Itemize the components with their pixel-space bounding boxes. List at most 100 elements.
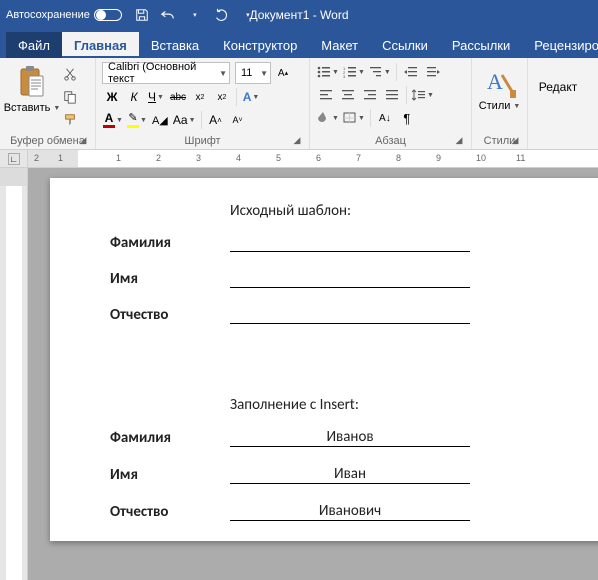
paragraph-launcher-icon[interactable]: ◢ bbox=[453, 135, 465, 147]
align-left-button[interactable] bbox=[316, 85, 336, 105]
label-surname: Фамилия bbox=[110, 234, 230, 252]
align-justify-button[interactable] bbox=[382, 85, 402, 105]
styles-icon: A bbox=[484, 64, 516, 100]
align-right-button[interactable] bbox=[360, 85, 380, 105]
undo-icon[interactable] bbox=[160, 7, 176, 23]
vertical-ruler[interactable] bbox=[0, 168, 28, 580]
title-bar: Автосохранение ▾ ▾ Документ1 - Word bbox=[0, 0, 598, 30]
value-name-filled[interactable]: Иван bbox=[230, 465, 470, 484]
align-center-button[interactable] bbox=[338, 85, 358, 105]
form-row-name-2: Имя Иван bbox=[110, 465, 490, 484]
svg-text:A: A bbox=[487, 69, 503, 94]
group-paragraph: ▼ 123▼ ▼ bbox=[310, 58, 472, 149]
styles-launcher-icon[interactable]: ◢ bbox=[509, 135, 521, 147]
svg-text:3: 3 bbox=[343, 74, 346, 78]
document-area: Исходный шаблон: Фамилия Имя Отчество За… bbox=[0, 168, 598, 580]
group-font: Calibri (Основной текст ▼ 11 ▼ A▴ Ж К Ч▼… bbox=[96, 58, 310, 149]
section-title-2: Заполнение с Insert: bbox=[230, 396, 490, 414]
highlight-button[interactable]: ✎▼ bbox=[126, 110, 148, 130]
section-title-1: Исходный шаблон: bbox=[230, 202, 490, 220]
char-shading-button[interactable]: A◢ bbox=[150, 110, 170, 130]
chevron-down-icon: ▼ bbox=[219, 69, 227, 78]
form-row-name-1: Имя bbox=[110, 270, 490, 288]
change-case-button[interactable]: Aa▼ bbox=[172, 110, 197, 130]
clipboard-launcher-icon[interactable]: ◢ bbox=[77, 135, 89, 147]
styles-label: Стили bbox=[479, 100, 511, 112]
copy-button[interactable] bbox=[60, 87, 80, 107]
tab-file[interactable]: Файл bbox=[6, 32, 62, 58]
tab-references[interactable]: Ссылки bbox=[370, 32, 440, 58]
format-painter-button[interactable] bbox=[60, 110, 80, 130]
value-surname-filled[interactable]: Иванов bbox=[230, 428, 470, 447]
label-surname: Фамилия bbox=[110, 429, 230, 447]
page[interactable]: Исходный шаблон: Фамилия Имя Отчество За… bbox=[50, 178, 598, 541]
shading-button[interactable]: ▼ bbox=[316, 108, 340, 128]
group-font-label: Шрифт bbox=[184, 135, 220, 147]
autosave-toggle[interactable]: Автосохранение bbox=[6, 9, 122, 21]
ribbon: Вставить▼ Буфер обмена◢ Calibri (Основно… bbox=[0, 58, 598, 150]
font-color-button[interactable]: A▼ bbox=[102, 110, 124, 130]
borders-button[interactable]: ▼ bbox=[342, 108, 366, 128]
multilevel-button[interactable]: ▼ bbox=[368, 62, 392, 82]
tab-selector[interactable]: ∟ bbox=[0, 150, 28, 167]
italic-button[interactable]: К bbox=[124, 87, 144, 107]
editing-button[interactable]: Редакт bbox=[539, 80, 577, 94]
autosave-label: Автосохранение bbox=[6, 9, 90, 21]
form-row-surname-1: Фамилия bbox=[110, 234, 490, 252]
tab-review[interactable]: Рецензиров bbox=[522, 32, 598, 58]
autosave-switch[interactable] bbox=[94, 9, 122, 21]
underline-button[interactable]: Ч▼ bbox=[146, 87, 166, 107]
value-name-empty[interactable] bbox=[230, 270, 470, 288]
form-row-patronymic-2: Отчество Иванович bbox=[110, 502, 490, 521]
paste-label: Вставить bbox=[4, 102, 51, 114]
undo-menu-icon[interactable]: ▾ bbox=[187, 7, 203, 23]
numbering-button[interactable]: 123▼ bbox=[342, 62, 366, 82]
label-patronymic: Отчество bbox=[110, 503, 230, 521]
group-styles: A Стили▼ Стили ◢ bbox=[472, 58, 528, 149]
group-paragraph-label: Абзац bbox=[375, 135, 406, 147]
show-marks-button[interactable]: ¶ bbox=[397, 108, 417, 128]
save-icon[interactable] bbox=[134, 7, 150, 23]
tab-layout[interactable]: Макет bbox=[309, 32, 370, 58]
redo-icon[interactable] bbox=[213, 7, 229, 23]
bold-button[interactable]: Ж bbox=[102, 87, 122, 107]
subscript-button[interactable]: x2 bbox=[190, 87, 210, 107]
form-row-patronymic-1: Отчество bbox=[110, 306, 490, 324]
font-name-value: Calibri (Основной текст bbox=[108, 61, 219, 85]
ruler-scale[interactable]: 2 1 1 2 3 4 5 6 7 8 9 10 11 bbox=[28, 150, 598, 167]
increase-indent-button[interactable] bbox=[423, 62, 443, 82]
tab-insert[interactable]: Вставка bbox=[139, 32, 211, 58]
text-effects-button[interactable]: A▼ bbox=[241, 87, 261, 107]
strikethrough-button[interactable]: abc bbox=[168, 87, 188, 107]
group-editing: Редакт bbox=[528, 58, 588, 149]
sort-button[interactable]: A↓ bbox=[375, 108, 395, 128]
qat-customize-icon[interactable]: ▾ bbox=[240, 7, 256, 23]
shrink-font-button[interactable]: A˅ bbox=[228, 110, 248, 130]
decrease-indent-button[interactable] bbox=[401, 62, 421, 82]
font-size-combo[interactable]: 11 ▼ bbox=[235, 62, 271, 84]
paste-button[interactable]: Вставить▼ bbox=[6, 62, 58, 130]
tab-mailings[interactable]: Рассылки bbox=[440, 32, 522, 58]
tab-design[interactable]: Конструктор bbox=[211, 32, 309, 58]
cut-button[interactable] bbox=[60, 64, 80, 84]
value-patronymic-filled[interactable]: Иванович bbox=[230, 502, 470, 521]
styles-button[interactable]: A Стили▼ bbox=[475, 62, 525, 114]
ribbon-tabs: Файл Главная Вставка Конструктор Макет С… bbox=[0, 30, 598, 58]
grow-font-button[interactable]: A˄ bbox=[206, 110, 226, 130]
page-viewport: Исходный шаблон: Фамилия Имя Отчество За… bbox=[28, 168, 598, 580]
increase-font-button[interactable]: A▴ bbox=[273, 63, 293, 83]
label-name: Имя bbox=[110, 270, 230, 288]
paste-icon bbox=[17, 64, 47, 100]
value-patronymic-empty[interactable] bbox=[230, 306, 470, 324]
font-launcher-icon[interactable]: ◢ bbox=[291, 135, 303, 147]
tab-home[interactable]: Главная bbox=[62, 32, 139, 58]
label-patronymic: Отчество bbox=[110, 306, 230, 324]
label-name: Имя bbox=[110, 466, 230, 484]
group-clipboard-label: Буфер обмена bbox=[10, 135, 85, 147]
horizontal-ruler: ∟ 2 1 1 2 3 4 5 6 7 8 9 10 11 bbox=[0, 150, 598, 168]
superscript-button[interactable]: x2 bbox=[212, 87, 232, 107]
value-surname-empty[interactable] bbox=[230, 234, 470, 252]
line-spacing-button[interactable]: ▼ bbox=[411, 85, 435, 105]
font-name-combo[interactable]: Calibri (Основной текст ▼ bbox=[102, 62, 230, 84]
bullets-button[interactable]: ▼ bbox=[316, 62, 340, 82]
